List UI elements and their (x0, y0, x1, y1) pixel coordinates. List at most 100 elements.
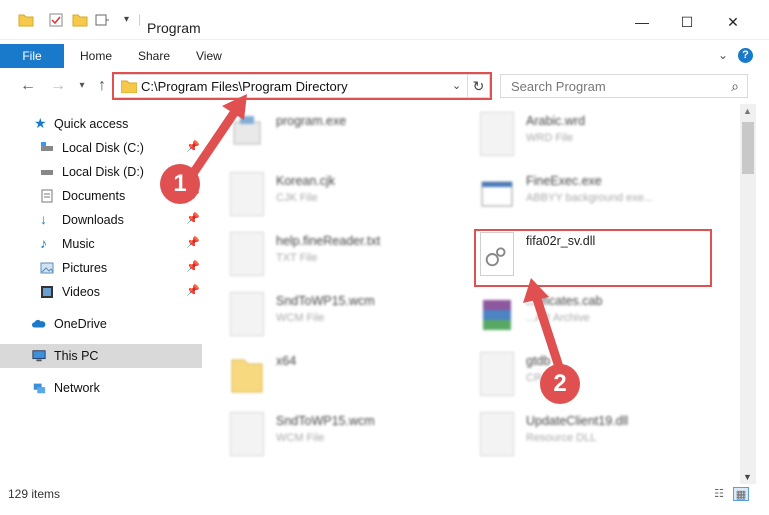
callout-badge-1: 1 (160, 164, 200, 204)
folder-icon[interactable] (18, 12, 34, 28)
sidebar-item-label: Quick access (54, 117, 129, 131)
pin-icon[interactable]: 📌 (186, 284, 200, 297)
sidebar-item-videos[interactable]: Videos 📌 (0, 280, 202, 304)
list-item[interactable]: program.exe (224, 104, 464, 164)
sidebar-item-music[interactable]: ♪ Music 📌 (0, 232, 202, 256)
list-item[interactable]: help.fineReader.txt TXT File (224, 224, 464, 284)
tab-home[interactable]: Home (80, 44, 112, 68)
list-item[interactable]: gtdb CR (474, 344, 714, 404)
address-bar[interactable]: C:\Program Files\Program Directory ⌄ (113, 74, 468, 98)
music-icon: ♪ (40, 235, 47, 251)
list-item-dll-target[interactable]: fifa02r_sv.dll (474, 224, 714, 284)
folder-icon (121, 80, 137, 93)
cloud-icon (32, 319, 46, 328)
tab-share[interactable]: Share (138, 44, 170, 68)
document-icon (230, 292, 264, 336)
file-type: WCM File (276, 312, 325, 324)
scroll-up-icon[interactable]: ▲ (743, 106, 752, 116)
videos-icon (41, 286, 53, 298)
separator: | (138, 12, 142, 26)
search-placeholder: Search Program (511, 79, 606, 94)
file-name: FineExec.exe (526, 174, 602, 188)
details-view-icon[interactable]: ☷ (711, 487, 727, 501)
drive-icon (41, 170, 53, 175)
ribbon-tabs: File Home Share View ⌄ ? (0, 44, 769, 68)
document-icon (480, 112, 514, 156)
list-item[interactable]: UpdateClient19.dll Resource DLL (474, 404, 714, 464)
scrollbar-thumb[interactable] (742, 122, 754, 174)
scroll-down-icon[interactable]: ▼ (743, 472, 752, 482)
maximize-button[interactable]: ☐ (672, 12, 702, 32)
sidebar-item-label: OneDrive (54, 317, 107, 331)
list-item[interactable]: SndToWP15.wcm WCM File (224, 404, 464, 464)
sidebar-item-label: Videos (62, 285, 100, 299)
file-name: gtdb (526, 354, 551, 368)
file-type: WRD File (526, 132, 574, 144)
list-item[interactable]: SndToWP15.wcm WCM File (224, 284, 464, 344)
file-name: UpdateClient19.dll (526, 414, 629, 428)
sidebar-item-network[interactable]: Network (0, 376, 202, 400)
close-button[interactable]: ✕ (718, 12, 748, 32)
file-type: CJK File (276, 192, 318, 204)
list-item[interactable]: x64 (224, 344, 464, 404)
back-button[interactable]: ← (18, 76, 38, 96)
list-item[interactable]: FineExec.exe ABBYY background exe... (474, 164, 714, 224)
sidebar-item-label: Downloads (62, 213, 124, 227)
sidebar-item-this-pc[interactable]: This PC (0, 344, 202, 368)
dll-gear-icon (480, 412, 514, 456)
drive-icon (41, 142, 53, 151)
chevron-down-icon[interactable]: ▾ (124, 14, 129, 25)
address-path[interactable]: C:\Program Files\Program Directory (141, 79, 348, 94)
large-icons-view-icon[interactable]: ▦ (733, 487, 749, 501)
vertical-scrollbar[interactable]: ▲ ▼ (740, 104, 756, 484)
minimize-button[interactable]: — (627, 12, 657, 32)
address-row: ← → ▾ ↑ C:\Program Files\Program Directo… (0, 70, 769, 102)
title-bar: ▾ | Program — ☐ ✕ (0, 0, 769, 40)
app-icon (481, 181, 513, 207)
sidebar-item-downloads[interactable]: ↓ Downloads 📌 (0, 208, 202, 232)
file-type: ABBYY background exe... (526, 192, 653, 204)
file-name: x64 (276, 354, 297, 368)
recent-locations-icon[interactable]: ▾ (72, 76, 92, 96)
sidebar-item-quick-access[interactable]: ★ Quick access (0, 112, 202, 136)
sidebar-item-label: Local Disk (C:) (62, 141, 144, 155)
list-item[interactable]: Arabic.wrd WRD File (474, 104, 714, 164)
chevron-down-icon[interactable]: ⌄ (452, 79, 461, 92)
sidebar-item-label: This PC (54, 349, 99, 363)
pictures-icon (40, 262, 54, 274)
pin-icon[interactable]: 📌 (186, 260, 200, 273)
expand-ribbon-icon[interactable]: ⌄ (718, 48, 728, 62)
search-input[interactable]: Search Program ⌕ (500, 74, 748, 98)
properties-icon[interactable] (48, 12, 64, 28)
file-name: fifa02r_sv.dll (526, 234, 596, 248)
item-count: 129 items (8, 487, 61, 501)
file-name: Arabic.wrd (526, 114, 586, 128)
tab-file[interactable]: File (0, 44, 64, 68)
file-name: help.fineReader.txt (276, 234, 381, 248)
sidebar-item-pictures[interactable]: Pictures 📌 (0, 256, 202, 280)
window-title: Program (147, 20, 201, 36)
help-icon[interactable]: ? (738, 48, 753, 63)
pin-icon[interactable]: 📌 (186, 236, 200, 249)
pin-icon[interactable]: 📌 (186, 140, 200, 153)
sidebar-item-label: Local Disk (D:) (62, 165, 144, 179)
file-name: ...tificates.cab (526, 294, 603, 308)
sidebar-item-local-disk-c[interactable]: Local Disk (C:) 📌 (0, 136, 202, 160)
new-folder-icon[interactable] (72, 12, 88, 28)
forward-button[interactable]: → (48, 76, 68, 96)
file-type: Resource DLL (526, 432, 597, 444)
status-bar: 129 items ☷ ▦ (0, 484, 769, 504)
tab-view[interactable]: View (196, 44, 222, 68)
up-button[interactable]: ↑ (92, 76, 112, 96)
search-icon[interactable]: ⌕ (731, 78, 739, 95)
pin-icon[interactable]: 📌 (186, 212, 200, 225)
sidebar-item-onedrive[interactable]: OneDrive (0, 312, 202, 336)
navigation-pane: ★ Quick access Local Disk (C:) 📌 Local D… (0, 104, 210, 484)
document-icon (480, 352, 514, 396)
file-name: program.exe (276, 114, 347, 128)
list-item[interactable]: ...tificates.cab ...AR Archive (474, 284, 714, 344)
refresh-button[interactable]: ↻ (468, 74, 490, 98)
file-name: Korean.cjk (276, 174, 336, 188)
list-item[interactable]: Korean.cjk CJK File (224, 164, 464, 224)
customize-toolbar-icon[interactable] (94, 12, 110, 28)
